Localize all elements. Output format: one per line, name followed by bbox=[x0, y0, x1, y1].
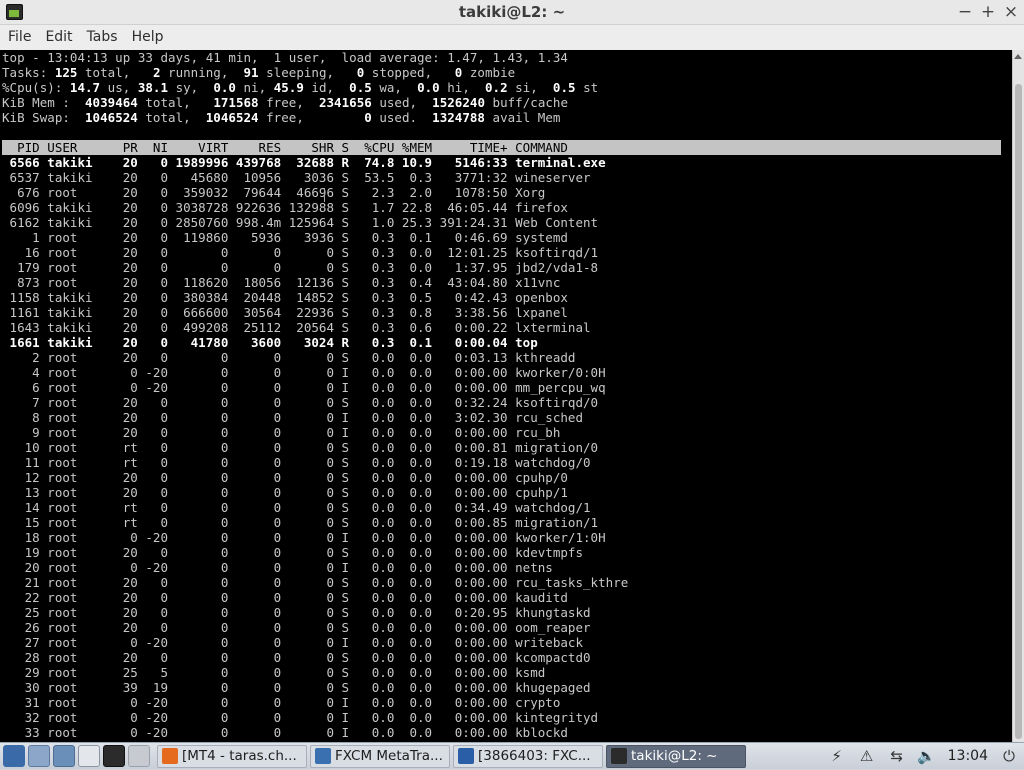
process-row: 4 root 0 -20 0 0 0 I 0.0 0.0 0:00.00 kwo… bbox=[2, 365, 606, 380]
process-row: 16 root 20 0 0 0 0 S 0.3 0.0 12:01.25 ks… bbox=[2, 245, 599, 260]
scroll-up-icon[interactable] bbox=[1014, 54, 1022, 59]
file-manager-icon[interactable] bbox=[28, 745, 50, 767]
menu-file[interactable]: File bbox=[2, 29, 37, 45]
process-row: 22 root 20 0 0 0 0 S 0.0 0.0 0:00.00 kau… bbox=[2, 590, 568, 605]
process-row: 1 root 20 0 119860 5936 3936 S 0.3 0.1 0… bbox=[2, 230, 568, 245]
process-row: 10 root rt 0 0 0 0 S 0.0 0.0 0:00.81 mig… bbox=[2, 440, 599, 455]
process-row: 7 root 20 0 0 0 0 S 0.0 0.0 0:32.24 ksof… bbox=[2, 395, 599, 410]
process-row: 20 root 0 -20 0 0 0 I 0.0 0.0 0:00.00 ne… bbox=[2, 560, 553, 575]
top-summary-line: top - 13:04:13 up 33 days, 41 min, 1 use… bbox=[2, 50, 568, 65]
process-row: 6 root 0 -20 0 0 0 I 0.0 0.0 0:00.00 mm_… bbox=[2, 380, 606, 395]
window-title: takiki@L2: ~ bbox=[458, 3, 566, 21]
process-row: 6096 takiki 20 0 3038728 922636 132988 S… bbox=[2, 200, 568, 215]
terminal-launcher-icon[interactable] bbox=[103, 745, 125, 767]
process-row: 25 root 20 0 0 0 0 S 0.0 0.0 0:20.95 khu… bbox=[2, 605, 591, 620]
process-row: 18 root 0 -20 0 0 0 I 0.0 0.0 0:00.00 kw… bbox=[2, 530, 606, 545]
process-row: 15 root rt 0 0 0 0 S 0.0 0.0 0:00.85 mig… bbox=[2, 515, 599, 530]
taskbar-task-button[interactable]: [MT4 - taras.ch... bbox=[157, 744, 307, 768]
clock[interactable]: 13:04 bbox=[948, 748, 988, 764]
process-row: 12 root 20 0 0 0 0 S 0.0 0.0 0:00.00 cpu… bbox=[2, 470, 568, 485]
process-row: 1661 takiki 20 0 41780 3600 3024 R 0.3 0… bbox=[2, 335, 538, 350]
volume-icon[interactable]: 🔈 bbox=[917, 746, 937, 766]
scrollbar-thumb[interactable] bbox=[1015, 84, 1022, 739]
maximize-button[interactable]: + bbox=[978, 2, 998, 22]
process-row: 676 root 20 0 359032 79644 46696 S 2.3 2… bbox=[2, 185, 546, 200]
power-icon[interactable]: ⏻ bbox=[999, 746, 1019, 766]
taskbar-task-label: [3866403: FXC... bbox=[478, 748, 591, 764]
process-row: 32 root 0 -20 0 0 0 I 0.0 0.0 0:00.00 ki… bbox=[2, 710, 599, 725]
menu-help[interactable]: Help bbox=[126, 29, 170, 45]
vertical-scrollbar[interactable] bbox=[1012, 50, 1024, 742]
process-table-header: PID USER PR NI VIRT RES SHR S %CPU %MEM … bbox=[2, 140, 1001, 155]
taskbar: [MT4 - taras.ch... FXCM MetaTra... [386640… bbox=[0, 742, 1024, 769]
process-row: 27 root 0 -20 0 0 0 I 0.0 0.0 0:00.00 wr… bbox=[2, 635, 584, 650]
taskbar-task-button[interactable]: FXCM MetaTra... bbox=[310, 744, 450, 768]
terminal-output[interactable]: top - 13:04:13 up 33 days, 41 min, 1 use… bbox=[0, 50, 1012, 742]
top-summary-line: Tasks: 125 total, 2 running, 91 sleeping… bbox=[2, 65, 516, 80]
warning-icon[interactable]: ⚠ bbox=[857, 746, 877, 766]
process-row: 2 root 20 0 0 0 0 S 0.0 0.0 0:03.13 kthr… bbox=[2, 350, 576, 365]
minimize-button[interactable]: − bbox=[955, 2, 975, 22]
taskbar-task-button[interactable]: takiki@L2: ~ bbox=[606, 744, 746, 768]
menu-edit[interactable]: Edit bbox=[39, 29, 78, 45]
close-button[interactable]: × bbox=[1001, 2, 1021, 22]
process-row: 179 root 20 0 0 0 0 S 0.3 0.0 1:37.95 jb… bbox=[2, 260, 599, 275]
process-row: 19 root 20 0 0 0 0 S 0.0 0.0 0:00.00 kde… bbox=[2, 545, 584, 560]
process-row: 8 root 20 0 0 0 0 I 0.0 0.0 3:02.30 rcu_… bbox=[2, 410, 584, 425]
system-tray: ⚡ ⚠ ⇆ 🔈 13:04 ⏻ bbox=[822, 743, 1024, 770]
taskbar-task-button[interactable]: [3866403: FXC... bbox=[453, 744, 603, 768]
process-row: 873 root 20 0 118620 18056 12136 S 0.3 0… bbox=[2, 275, 561, 290]
text-cursor-icon bbox=[322, 188, 328, 202]
process-row: 13 root 20 0 0 0 0 S 0.0 0.0 0:00.00 cpu… bbox=[2, 485, 568, 500]
process-row: 1161 takiki 20 0 666600 30564 22936 S 0.… bbox=[2, 305, 568, 320]
top-summary-line: KiB Mem : 4039464 total, 171568 free, 23… bbox=[2, 95, 569, 110]
wine-icon bbox=[458, 748, 474, 764]
menu-launcher-icon[interactable] bbox=[3, 745, 25, 767]
network-status-icon[interactable]: ⇆ bbox=[887, 746, 907, 766]
title-bar[interactable]: takiki@L2: ~ − + × bbox=[0, 0, 1024, 25]
process-row: 29 root 25 5 0 0 0 S 0.0 0.0 0:00.00 ksm… bbox=[2, 665, 546, 680]
show-desktop-icon[interactable] bbox=[78, 745, 100, 767]
menu-bar: File Edit Tabs Help bbox=[0, 25, 1024, 49]
process-row: 30 root 39 19 0 0 0 S 0.0 0.0 0:00.00 kh… bbox=[2, 680, 591, 695]
process-row: 1643 takiki 20 0 499208 25112 20564 S 0.… bbox=[2, 320, 591, 335]
network-icon[interactable] bbox=[53, 745, 75, 767]
top-summary-line: KiB Swap: 1046524 total, 1046524 free, 0… bbox=[2, 110, 561, 125]
window-icon bbox=[315, 748, 331, 764]
process-row: 6537 takiki 20 0 45680 10956 3036 S 53.5… bbox=[2, 170, 591, 185]
taskbar-task-label: FXCM MetaTra... bbox=[335, 748, 443, 764]
top-summary-line: %Cpu(s): 14.7 us, 38.1 sy, 0.0 ni, 45.9 … bbox=[2, 80, 599, 95]
process-row: 14 root rt 0 0 0 0 S 0.0 0.0 0:34.49 wat… bbox=[2, 500, 591, 515]
process-row: 6162 takiki 20 0 2850760 998.4m 125964 S… bbox=[2, 215, 599, 230]
process-row: 21 root 20 0 0 0 0 S 0.0 0.0 0:00.00 rcu… bbox=[2, 575, 629, 590]
terminal-icon bbox=[611, 748, 627, 764]
process-row: 9 root 20 0 0 0 0 I 0.0 0.0 0:00.00 rcu_… bbox=[2, 425, 561, 440]
desktop-switcher-icon[interactable] bbox=[128, 745, 150, 767]
process-row: 31 root 0 -20 0 0 0 I 0.0 0.0 0:00.00 cr… bbox=[2, 695, 561, 710]
task-list: [MT4 - taras.ch... FXCM MetaTra... [386640… bbox=[154, 744, 746, 768]
process-row: 33 root 0 -20 0 0 0 I 0.0 0.0 0:00.00 kb… bbox=[2, 725, 568, 740]
process-row: 1158 takiki 20 0 380384 20448 14852 S 0.… bbox=[2, 290, 568, 305]
process-row: 28 root 20 0 0 0 0 S 0.0 0.0 0:00.00 kco… bbox=[2, 650, 591, 665]
taskbar-task-label: takiki@L2: ~ bbox=[631, 748, 718, 764]
firefox-icon bbox=[162, 748, 178, 764]
process-row: 11 root rt 0 0 0 0 S 0.0 0.0 0:19.18 wat… bbox=[2, 455, 591, 470]
power-plug-icon[interactable]: ⚡ bbox=[827, 746, 847, 766]
process-row: 26 root 20 0 0 0 0 S 0.0 0.0 0:00.00 oom… bbox=[2, 620, 591, 635]
menu-tabs[interactable]: Tabs bbox=[81, 29, 124, 45]
taskbar-task-label: [MT4 - taras.ch... bbox=[182, 748, 297, 764]
process-row: 6566 takiki 20 0 1989996 439768 32688 R … bbox=[2, 155, 606, 170]
